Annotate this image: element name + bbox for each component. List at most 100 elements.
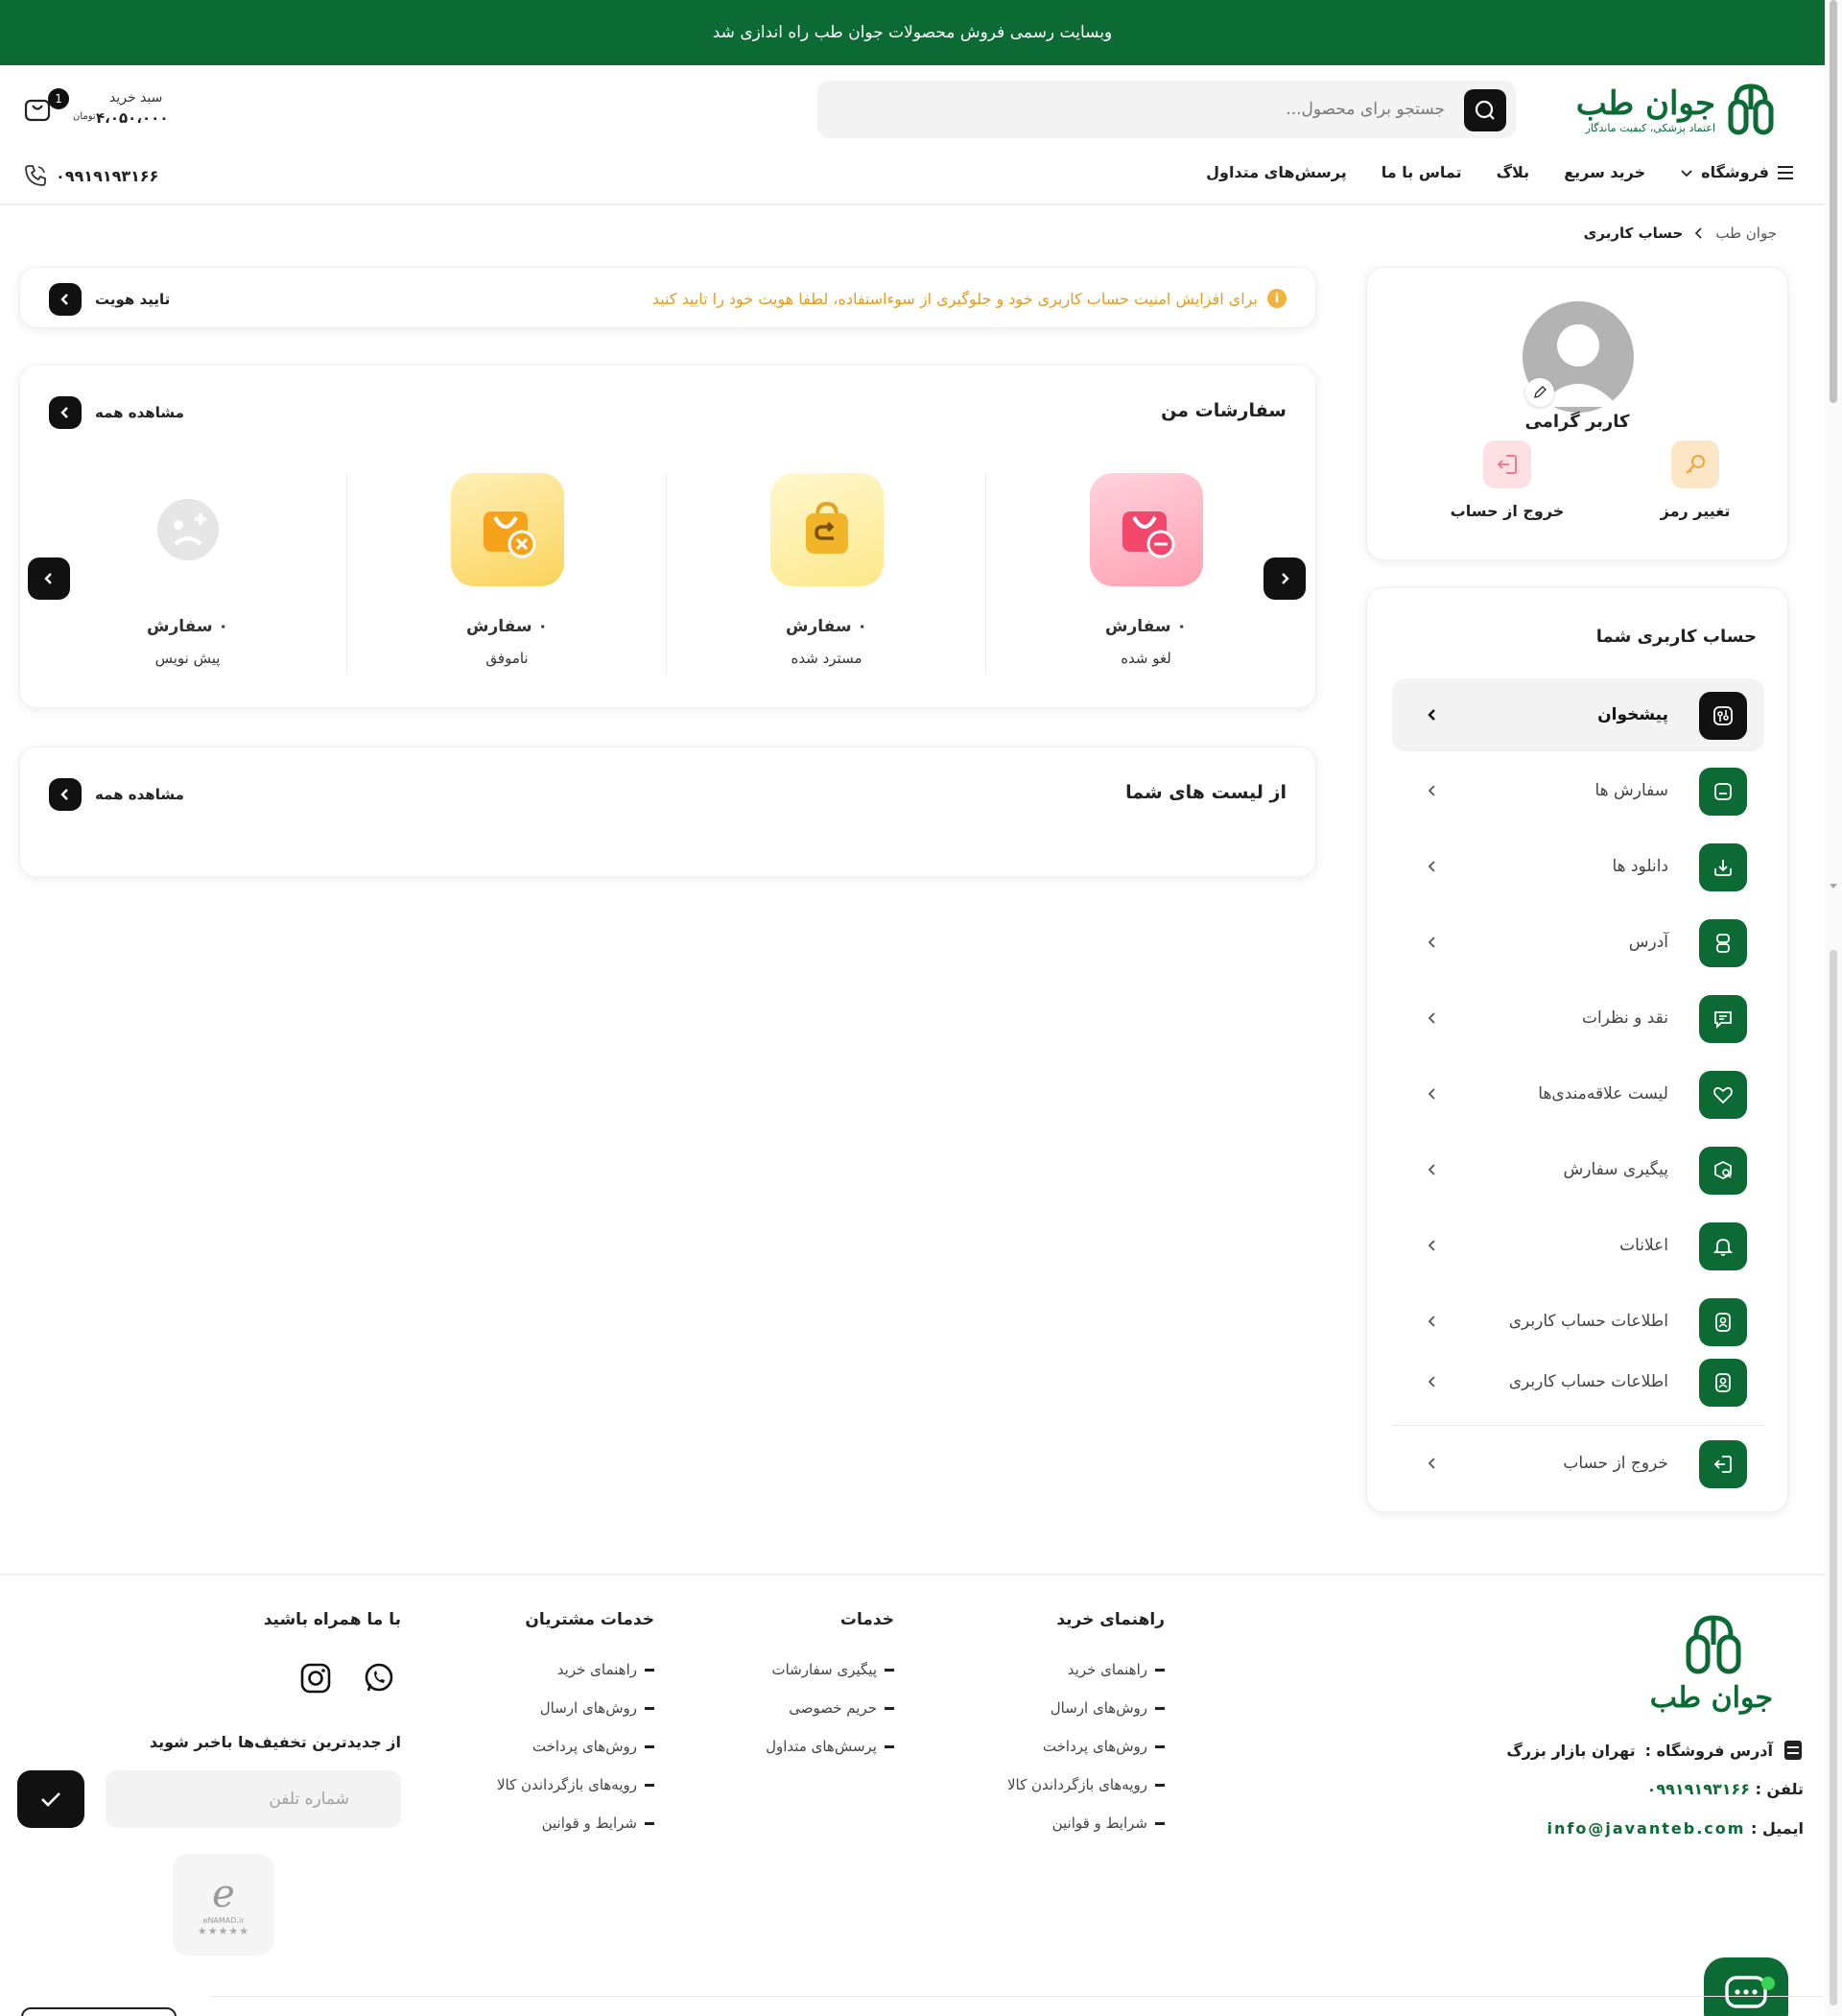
menu-icon-tile (1699, 919, 1747, 967)
scrollbar-track-segment (1830, 950, 1837, 2005)
footer-email-value[interactable]: info@javanteb.com (1547, 1819, 1746, 1838)
footer-link[interactable]: رویه‌های بازگرداندن کالا (1007, 1766, 1165, 1804)
footer-link[interactable]: شرایط و قوانین (497, 1804, 654, 1842)
avatar-edit-button[interactable] (1525, 378, 1554, 407)
logo-title: جوان طب (1575, 83, 1715, 123)
logo-mark-icon (1728, 83, 1774, 135)
search-button[interactable] (1464, 89, 1506, 131)
menu-item-orders[interactable]: سفارش ها (1392, 754, 1764, 827)
my-lists-card: از لیست های شما مشاهده همه (19, 747, 1316, 877)
top-announcement-bar: وبسایت رسمی فروش محصولات جوان طب راه اند… (0, 0, 1825, 65)
enamad-badge[interactable]: e eNAMAD.ir ★★★★★ (173, 1854, 274, 1956)
footer-divider (0, 1574, 1825, 1576)
verify-identity-banner: i برای افزایش امنیت حساب کاربری خود و جل… (19, 267, 1316, 328)
footer-link[interactable]: رویه‌های بازگرداندن کالا (497, 1766, 654, 1804)
footer-link[interactable]: پیگیری سفارشات (766, 1650, 894, 1689)
menu-item-comments[interactable]: نقد و نظرات (1392, 982, 1764, 1055)
newsletter-submit-button[interactable] (17, 1770, 84, 1828)
footer-link[interactable]: راهنمای خرید (1007, 1650, 1165, 1689)
footer-link[interactable]: روش‌های پرداخت (1007, 1727, 1165, 1766)
instagram-button[interactable] (297, 1660, 334, 1696)
shop-icon (1784, 1741, 1802, 1760)
order-tile-failed[interactable]: ۰ سفارش ناموفق (347, 473, 667, 675)
tile-separator (985, 473, 986, 675)
breadcrumb-home[interactable]: جوان طب (1715, 225, 1777, 242)
order-tile-cancelled[interactable]: ۰ سفارش لغو شده (986, 473, 1306, 675)
menu-item-notifications[interactable]: اعلانات (1392, 1209, 1764, 1282)
order-tile-draft[interactable]: ۰ سفارش پیش نویس (28, 473, 347, 675)
logout-quick-button[interactable]: خروج از حساب (1450, 440, 1565, 520)
footer-link[interactable]: حریم خصوصی (766, 1689, 894, 1727)
footer-link[interactable]: شرایط و قوانین (1007, 1804, 1165, 1842)
enamad-text: eNAMAD.ir (202, 1916, 245, 1925)
footer-link-label: پیگیری سفارشات (771, 1661, 877, 1678)
nav-faq[interactable]: پرسش‌های متداول (1206, 163, 1347, 181)
account-menu-title: حساب کاربری شما (1595, 627, 1757, 647)
whatsapp-button[interactable] (361, 1660, 397, 1696)
search-input[interactable] (869, 81, 1445, 138)
nav-quick-buy[interactable]: خرید سریع (1564, 163, 1645, 181)
nav-contact[interactable]: تماس با ما (1382, 163, 1462, 181)
header-phone[interactable]: ۰۹۹۱۹۱۹۳۱۶۶ (23, 163, 158, 188)
chat-support-button[interactable] (1704, 1957, 1788, 2016)
tile-separator (666, 473, 667, 675)
profile-name: کاربر گرامی (1524, 412, 1630, 432)
menu-item-address[interactable]: آدرس (1392, 906, 1764, 979)
nav-blog-label: بلاگ (1496, 163, 1530, 181)
footer-link[interactable]: روش‌های ارسال (497, 1689, 654, 1727)
nav-quick-buy-label: خرید سریع (1564, 163, 1646, 181)
footer-column-customer-service: خدمات مشتریان راهنمای خرید روش‌های ارسال… (497, 1610, 654, 1842)
nav-shop[interactable]: فروشگاه (1680, 163, 1794, 181)
menu-item-tracking[interactable]: پیگیری سفارش (1392, 1133, 1764, 1206)
menu-item-account-info-2[interactable]: اطلاعات حساب کاربری (1392, 1345, 1764, 1418)
footer-address-label: آدرس فروشگاه : (1644, 1741, 1773, 1760)
menu-icon-tile (1699, 1222, 1747, 1270)
footer-link[interactable]: روش‌های ارسال (1007, 1689, 1165, 1727)
slider-prev-button[interactable] (28, 557, 70, 600)
nav-faq-label: پرسش‌های متداول (1206, 163, 1347, 181)
orders-icon (1714, 783, 1732, 800)
verify-identity-button[interactable]: تایید هویت (49, 283, 170, 316)
footer-link-label: روش‌های ارسال (539, 1699, 637, 1717)
page-scrollbar[interactable] (1825, 0, 1842, 2016)
menu-item-logout[interactable]: خروج از حساب (1392, 1427, 1764, 1500)
download-icon (1714, 860, 1732, 876)
key-tile (1671, 440, 1719, 488)
menu-item-wishlist[interactable]: لیست علاقه‌مندی‌ها (1392, 1057, 1764, 1130)
change-password-label: تغییر رمز (1660, 502, 1731, 520)
footer-link[interactable]: روش‌های پرداخت (497, 1727, 654, 1766)
nav-blog[interactable]: بلاگ (1497, 163, 1530, 181)
orders-see-all-button[interactable]: مشاهده همه (49, 396, 184, 429)
slider-next-button[interactable] (1263, 557, 1306, 600)
menu-item-label: لیست علاقه‌مندی‌ها (1538, 1084, 1668, 1103)
order-tile-returned[interactable]: ۰ سفارش مسترد شده (667, 473, 986, 675)
footer-link-label: روش‌های پرداخت (1042, 1738, 1147, 1755)
user-card-icon (1715, 1313, 1731, 1332)
order-count: ۰ سفارش (466, 617, 548, 636)
footer-logo[interactable]: جوان طب (1639, 1612, 1783, 1718)
bottom-pill-control[interactable] (21, 2007, 177, 2016)
logout-tile (1483, 440, 1531, 488)
footer-link[interactable]: پرسش‌های متداول (766, 1727, 894, 1766)
newsletter-phone-input[interactable] (106, 1770, 401, 1828)
footer-phone: تلفن : ۰۹۹۱۹۱۹۳۱۶۶ (1647, 1780, 1804, 1798)
footer-link-label: حریم خصوصی (789, 1699, 877, 1717)
cart-widget[interactable]: 1 سبد خرید ۴،۰۵۰،۰۰۰ تومان (23, 88, 177, 132)
site-logo[interactable]: جوان طب اعتماد پزشکی، کیفیت ماندگار (1545, 75, 1775, 144)
footer-link[interactable]: راهنمای خرید (497, 1650, 654, 1689)
menu-icon-tile (1699, 1147, 1747, 1195)
lists-see-all-button[interactable]: مشاهده همه (49, 778, 184, 811)
footer-link-label: راهنمای خرید (1067, 1661, 1147, 1678)
footer-column-title: خدمات مشتریان (525, 1610, 654, 1629)
footer-phone-value[interactable]: ۰۹۹۱۹۱۹۳۱۶۶ (1647, 1780, 1750, 1798)
logout-icon (1713, 1456, 1732, 1473)
menu-item-dashboard[interactable]: پیشخوان (1392, 678, 1764, 751)
verify-message: برای افزایش امنیت حساب کاربری خود و جلوگ… (651, 289, 1258, 308)
scroll-down-icon[interactable] (1829, 881, 1838, 890)
menu-item-downloads[interactable]: دانلود ها (1392, 830, 1764, 903)
change-password-button[interactable]: تغییر رمز (1638, 440, 1753, 520)
footer-column-shopping-guide: راهنمای خرید راهنمای خرید روش‌های ارسال … (1007, 1610, 1165, 1842)
info-icon: i (1267, 289, 1287, 308)
scrollbar-thumb[interactable] (1830, 0, 1837, 403)
header-divider (0, 203, 1825, 205)
